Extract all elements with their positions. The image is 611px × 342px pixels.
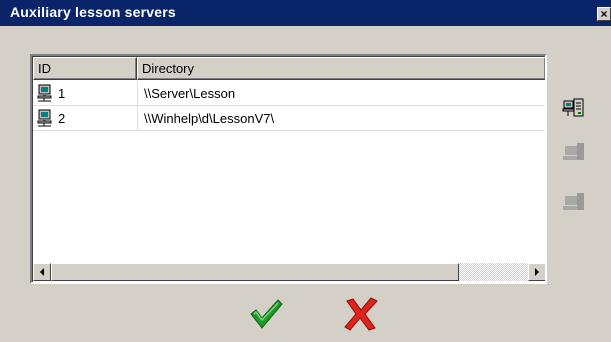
servers-list[interactable]: ID Directory 1 \\Server\Lesson 2 \\Winhe…: [30, 54, 547, 284]
add-server-button[interactable]: [562, 96, 586, 120]
scroll-left-button[interactable]: [33, 263, 51, 281]
row-id: 1: [58, 85, 66, 101]
scroll-right-button[interactable]: [528, 263, 545, 281]
horizontal-scrollbar[interactable]: [33, 263, 545, 281]
remove-server-icon: [563, 193, 584, 210]
close-button[interactable]: ×: [597, 7, 611, 21]
row-directory: \\Winhelp\d\LessonV7\: [144, 111, 275, 126]
cancel-button[interactable]: [344, 297, 378, 331]
auxiliary-servers-dialog: Auxiliary lesson servers × ID Directory …: [0, 0, 611, 342]
row-id-cell: 2: [36, 109, 65, 127]
table-row[interactable]: 1 \\Server\Lesson: [33, 81, 545, 106]
ok-button[interactable]: [249, 297, 283, 331]
scroll-thumb[interactable]: [51, 263, 459, 281]
list-header: ID Directory: [33, 57, 545, 80]
row-id: 2: [58, 110, 66, 126]
remove-server-button[interactable]: [562, 190, 586, 214]
arrow-right-icon: [535, 268, 539, 276]
edit-server-icon: [563, 143, 584, 160]
red-x-icon: [344, 297, 378, 331]
column-header-directory[interactable]: Directory: [137, 57, 545, 80]
window-title: Auxiliary lesson servers: [10, 4, 176, 20]
arrow-left-icon: [40, 268, 44, 276]
column-header-id[interactable]: ID: [33, 57, 137, 80]
table-row[interactable]: 2 \\Winhelp\d\LessonV7\: [33, 106, 545, 131]
row-id-cell: 1: [36, 84, 65, 102]
server-computer-icon: [37, 109, 52, 127]
checkmark-icon: [250, 299, 283, 329]
title-bar[interactable]: Auxiliary lesson servers ×: [0, 0, 611, 26]
server-computer-icon: [37, 84, 52, 102]
row-directory: \\Server\Lesson: [144, 86, 236, 101]
add-server-icon: [562, 98, 584, 117]
edit-server-button[interactable]: [562, 140, 586, 164]
